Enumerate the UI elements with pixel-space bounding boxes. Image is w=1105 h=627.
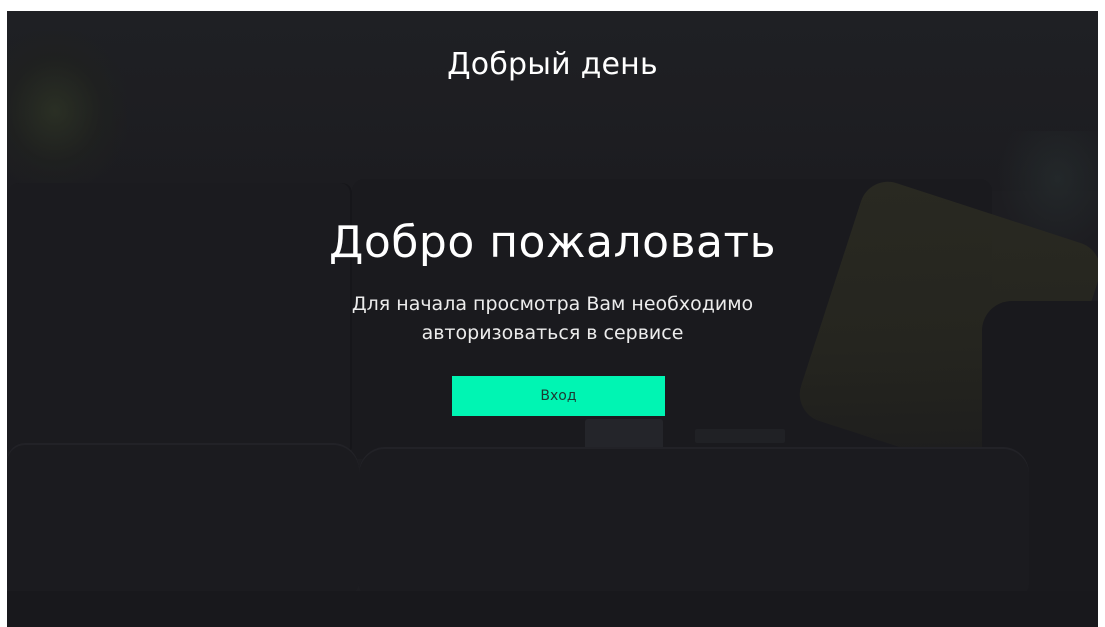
tv-welcome-screen: Добрый день Добро пожаловать Для начала …	[7, 11, 1098, 627]
authorization-prompt-line-1: Для начала просмотра Вам необходимо	[351, 293, 754, 315]
background-floor	[7, 591, 1098, 627]
welcome-title: Добро пожаловать	[328, 217, 777, 268]
background-wall	[7, 11, 1098, 191]
authorization-prompt: Для начала просмотра Вам необходимо авто…	[7, 290, 1098, 348]
greeting-text: Добрый день	[447, 47, 658, 82]
login-button[interactable]: Вход	[452, 376, 665, 416]
background-seat-middle	[359, 447, 1029, 595]
background-tray	[695, 429, 785, 443]
background-seat-left	[7, 443, 359, 593]
authorization-prompt-line-2: авторизоваться в сервисе	[421, 322, 684, 344]
